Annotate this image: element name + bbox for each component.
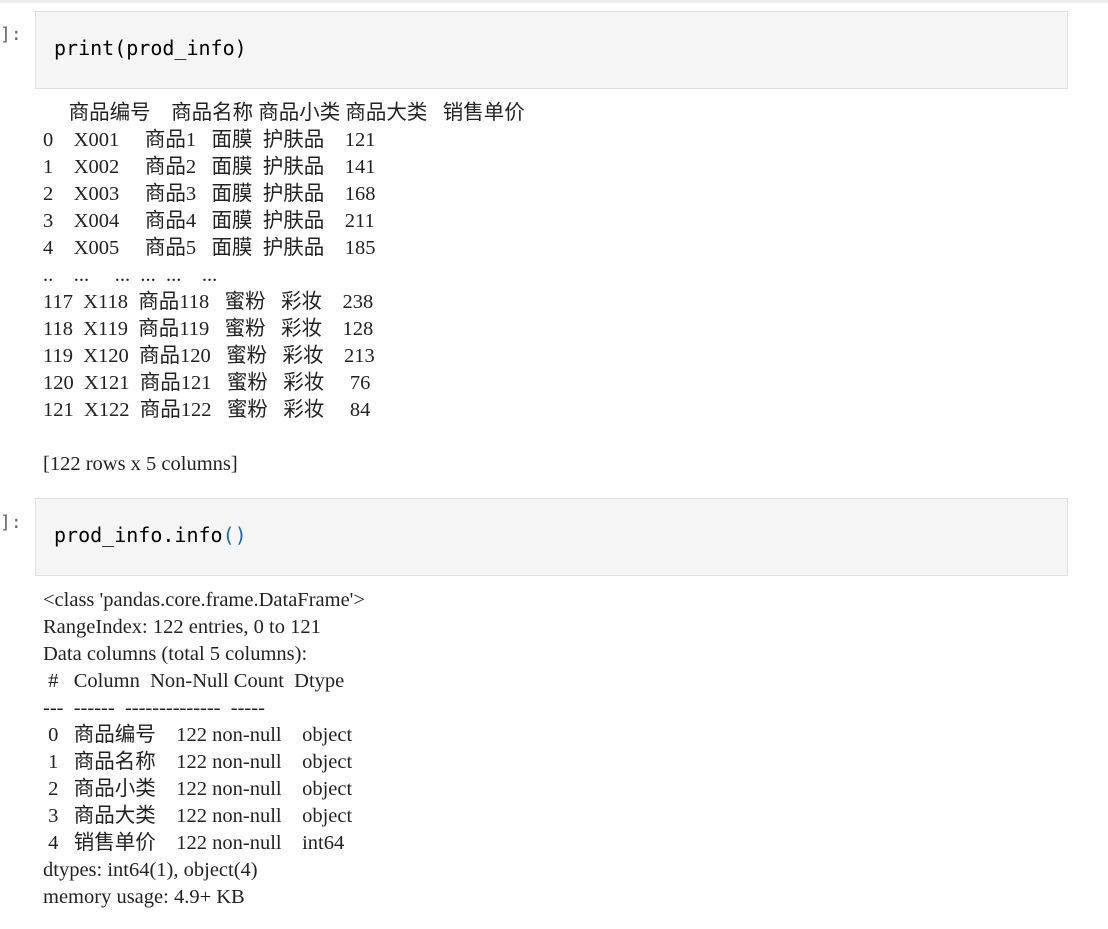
top-divider <box>0 0 1108 3</box>
output-line: 118 X119 商品119 蜜粉 彩妆 128 <box>43 318 374 340</box>
output-line: .. ... ... ... ... ... <box>43 264 218 286</box>
dot-operator: . <box>162 523 175 547</box>
output-line: 3 X004 商品4 面膜 护肤品 211 <box>43 210 375 232</box>
output-line: Data columns (total 5 columns): <box>43 643 308 665</box>
output-line: 2 商品小类 122 non-null object <box>43 778 353 800</box>
argument-variable: prod_info <box>126 36 235 60</box>
output-line: # Column Non-Null Count Dtype <box>43 670 350 692</box>
output-line: --- ------ -------------- ----- <box>43 697 271 719</box>
output-line: 2 X003 商品3 面膜 护肤品 168 <box>43 183 376 205</box>
output-line: RangeIndex: 122 entries, 0 to 121 <box>43 616 321 638</box>
output-line: 1 商品名称 122 non-null object <box>43 751 353 773</box>
output-line: 4 销售单价 122 non-null int64 <box>43 832 350 854</box>
cell-1-output: 商品编号 商品名称 商品小类 商品大类 销售单价 0 X001 商品1 面膜 护肤… <box>43 100 525 478</box>
output-line: 4 X005 商品5 面膜 护肤品 185 <box>43 237 376 259</box>
call-parens: () <box>222 523 247 547</box>
cell-1-code-line: print(prod_info) <box>54 36 247 60</box>
output-line: 1 X002 商品2 面膜 护肤品 141 <box>43 156 376 178</box>
output-line: 3 商品大类 122 non-null object <box>43 805 353 827</box>
object-variable: prod_info <box>54 523 163 547</box>
output-line: 117 X118 商品118 蜜粉 彩妆 238 <box>43 291 374 313</box>
cell-1-code-input[interactable]: print(prod_info) <box>35 11 1068 89</box>
output-line: 0 商品编号 122 non-null object <box>43 724 353 746</box>
output-line: memory usage: 4.9+ KB <box>43 886 245 908</box>
output-line: dtypes: int64(1), object(4) <box>43 859 258 881</box>
close-paren: ) <box>234 36 247 60</box>
output-line: 商品编号 商品名称 商品小类 商品大类 销售单价 <box>43 102 525 124</box>
output-line: 120 X121 商品121 蜜粉 彩妆 76 <box>43 372 371 394</box>
output-line: 0 X001 商品1 面膜 护肤品 121 <box>43 129 376 151</box>
output-line: [122 rows x 5 columns] <box>43 453 238 475</box>
output-line: <class 'pandas.core.frame.DataFrame'> <box>43 589 365 611</box>
print-function: print <box>54 36 115 60</box>
cell-2-prompt: ]: <box>0 512 22 533</box>
cell-2-code-line: prod_info.info() <box>54 523 247 547</box>
cell-2-output: <class 'pandas.core.frame.DataFrame'> Ran… <box>43 587 365 911</box>
output-line: 119 X120 商品120 蜜粉 彩妆 213 <box>43 345 375 367</box>
cell-1-prompt: ]: <box>0 24 22 45</box>
cell-2-code-input[interactable]: prod_info.info() <box>35 498 1068 576</box>
method-name: info <box>174 523 223 547</box>
output-line: 121 X122 商品122 蜜粉 彩妆 84 <box>43 399 371 421</box>
open-paren: ( <box>114 36 127 60</box>
